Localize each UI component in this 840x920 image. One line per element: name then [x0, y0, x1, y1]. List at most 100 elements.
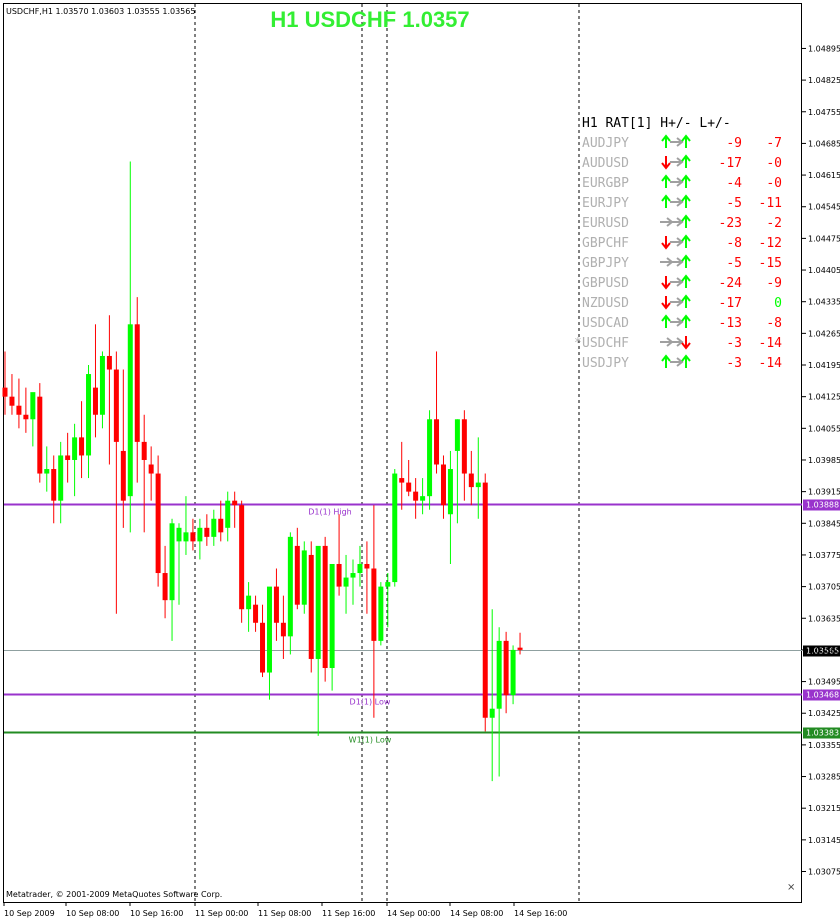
row-low-diff: -2: [766, 216, 782, 231]
candle[interactable]: [287, 532, 293, 655]
candle-body: [23, 414, 29, 420]
candle[interactable]: [239, 500, 245, 623]
y-tick-label: 1.04195: [808, 361, 840, 370]
candle-body: [385, 582, 391, 587]
candle-body: [106, 355, 112, 370]
candle-body: [510, 649, 516, 696]
candle-body: [58, 455, 64, 501]
row-symbol: USDCAD: [582, 316, 629, 331]
y-tick-label: 1.04825: [808, 76, 840, 85]
candle-body: [315, 545, 321, 659]
candle-body: [343, 577, 349, 587]
row-low-diff: -0: [766, 176, 782, 191]
candle-body: [294, 545, 300, 605]
symbol-info: USDCHF,H1 1.03570 1.03603 1.03555 1.0356…: [6, 7, 195, 16]
candle-body: [322, 545, 328, 669]
row-low-diff: -11: [759, 196, 782, 211]
candle[interactable]: [427, 410, 433, 510]
candle-body: [197, 527, 203, 542]
candle-body: [287, 536, 293, 637]
row-high-diff: -3: [726, 356, 742, 371]
y-tick-label: 1.03985: [808, 456, 840, 465]
candle-body: [127, 324, 133, 497]
y-tick-label: 1.04265: [808, 329, 840, 338]
x-tick-label: 10 Sep 08:00: [66, 909, 119, 918]
y-tick-label: 1.03635: [808, 614, 840, 623]
row-symbol: AUDJPY: [582, 136, 629, 151]
row-high-diff: -8: [726, 236, 742, 251]
row-high-diff: -24: [719, 276, 743, 291]
y-tick-label: 1.04685: [808, 139, 840, 148]
x-tick-label: 11 Sep 08:00: [258, 909, 311, 918]
y-tick-label: 1.03495: [808, 678, 840, 687]
chart-window[interactable]: D1(1) High 1.03888 D1(1) Low 1.03468 W1(1) L…: [0, 0, 840, 920]
candle[interactable]: [322, 536, 328, 682]
candle-body: [392, 473, 398, 583]
y-tick-label: 1.03145: [808, 836, 840, 845]
row-low-diff: -14: [759, 356, 783, 371]
candle-body: [468, 473, 474, 488]
row-low-diff: -8: [766, 316, 782, 331]
candle[interactable]: [482, 473, 488, 732]
row-high-diff: -9: [726, 136, 742, 151]
candle-body: [336, 563, 342, 587]
y-tick-label: 1.03285: [808, 773, 840, 782]
row-high-diff: -17: [719, 156, 742, 171]
candle[interactable]: [392, 469, 398, 587]
candle-body: [225, 500, 231, 528]
y-tick-label: 1.03845: [808, 519, 840, 528]
price-chart[interactable]: D1(1) High 1.03888 D1(1) Low 1.03468 W1(1) L…: [0, 0, 840, 920]
candle-body: [329, 563, 335, 669]
candle-body: [86, 374, 92, 456]
row-high-diff: -17: [719, 296, 742, 311]
row-symbol: EURJPY: [582, 196, 629, 211]
candle-body: [517, 647, 523, 650]
y-tick-label: 1.04545: [808, 203, 840, 212]
candle-body: [427, 419, 433, 497]
candle-body: [461, 419, 467, 474]
row-low-diff: -0: [766, 156, 782, 171]
candle-body: [496, 640, 502, 709]
candle-body: [30, 392, 36, 420]
candle-body: [176, 527, 182, 542]
row-symbol: NZDUSD: [582, 296, 629, 311]
candle[interactable]: [378, 582, 384, 646]
candle-body: [273, 586, 279, 623]
row-symbol: EURUSD: [582, 216, 629, 231]
row-low-diff: 0: [774, 296, 782, 311]
candle-body: [364, 563, 370, 569]
candle-body: [371, 568, 377, 641]
row-symbol: USDCHF: [582, 336, 629, 351]
row-symbol: EURGBP: [582, 176, 629, 191]
candle-body: [155, 473, 161, 574]
y-tick-label: 1.04615: [808, 171, 840, 180]
y-tick-label: 1.04475: [808, 234, 840, 243]
candle-body: [37, 396, 43, 474]
candle-body: [218, 518, 224, 533]
x-tick-label: 14 Sep 16:00: [514, 909, 567, 918]
candle-body: [148, 464, 154, 474]
candle[interactable]: [155, 455, 161, 587]
row-low-diff: -15: [759, 256, 782, 271]
candle-body: [246, 595, 252, 610]
candle-body: [92, 387, 98, 415]
row-symbol: GBPUSD: [582, 276, 629, 291]
y-tick-label: 1.04055: [808, 424, 840, 433]
x-tick-label: 10 Sep 16:00: [130, 909, 183, 918]
y-tick-label: 1.04755: [808, 108, 840, 117]
candle-body: [482, 482, 488, 718]
y-tick-label: 1.04895: [808, 44, 840, 53]
row-marker: *: [574, 336, 582, 351]
candle[interactable]: [301, 541, 307, 614]
close-x-icon[interactable]: ⨯: [787, 882, 795, 893]
row-high-diff: -3: [726, 336, 742, 351]
candle-body: [350, 573, 356, 578]
row-high-diff: -4: [726, 176, 742, 191]
candle[interactable]: [308, 541, 314, 673]
candle[interactable]: [37, 383, 43, 483]
candle-body: [120, 450, 126, 501]
y-tick-label: 1.03355: [808, 741, 840, 750]
y-tick-label: 1.04405: [808, 266, 840, 275]
row-high-diff: -5: [726, 196, 742, 211]
candle-body: [489, 708, 495, 718]
